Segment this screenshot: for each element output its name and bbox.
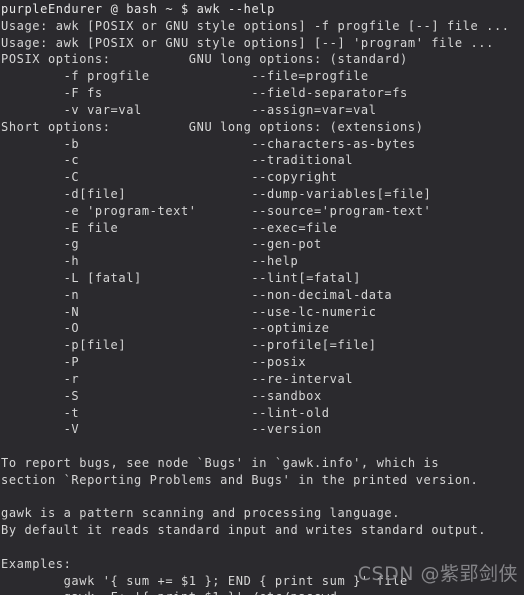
terminal-output-line: -t --lint-old bbox=[1, 405, 330, 420]
terminal-output-line: gawk '{ sum += $1 }; END { print sum }' … bbox=[1, 573, 408, 588]
terminal-output-line: -V --version bbox=[1, 422, 322, 437]
terminal-output-line: -p[file] --profile[=file] bbox=[1, 338, 377, 353]
terminal-output-line: -n --non-decimal-data bbox=[1, 287, 393, 302]
terminal-output-line: Usage: awk [POSIX or GNU style options] … bbox=[1, 35, 494, 50]
prompt-user: purpleEndurer bbox=[1, 2, 103, 16]
terminal-output-line: gawk -F: '{ print $1 }' /etc/passwd bbox=[1, 589, 524, 595]
terminal-output-line: -c --traditional bbox=[1, 153, 354, 168]
prompt-line-top: purpleEndurer @ bash ~ $ awk --help bbox=[1, 1, 524, 18]
prompt-command: awk --help bbox=[196, 2, 275, 16]
terminal-output-line: section `Reporting Problems and Bugs' in… bbox=[1, 472, 479, 487]
terminal-output-line: -L [fatal] --lint[=fatal] bbox=[1, 271, 361, 285]
terminal-output-line: -v var=val --assign=var=val bbox=[1, 102, 377, 117]
terminal-window[interactable]: purpleEndurer @ bash ~ $ awk --help Usag… bbox=[0, 0, 524, 595]
terminal-output-line: To report bugs, see node `Bugs' in `gawk… bbox=[1, 455, 440, 470]
terminal-output: Usage: awk [POSIX or GNU style options] … bbox=[1, 18, 524, 595]
prompt-space-4 bbox=[189, 2, 197, 16]
terminal-output-line: Examples: bbox=[1, 556, 72, 571]
prompt-host: bash bbox=[126, 2, 158, 16]
terminal-output-line: Usage: awk [POSIX or GNU style options] … bbox=[1, 18, 510, 33]
terminal-output-line: -E file --exec=file bbox=[1, 220, 338, 235]
terminal-output-line: -N --use-lc-numeric bbox=[1, 304, 377, 319]
terminal-output-line: -f progfile --file=progfile bbox=[1, 69, 369, 84]
prompt-path: ~ bbox=[165, 2, 174, 16]
prompt-sigil: $ bbox=[181, 2, 189, 16]
terminal-output-line: gawk is a pattern scanning and processin… bbox=[1, 506, 401, 521]
terminal-output-line: Short options: GNU long options: (extens… bbox=[1, 119, 424, 134]
terminal-output-line: POSIX options: GNU long options: (standa… bbox=[1, 52, 408, 67]
terminal-output-line: -S --sandbox bbox=[1, 388, 322, 403]
prompt-space-3 bbox=[173, 2, 181, 16]
terminal-output-line: -F fs --field-separator=fs bbox=[1, 86, 408, 101]
terminal-output-line: -r --re-interval bbox=[1, 371, 354, 386]
terminal-output-line: -P --posix bbox=[1, 355, 307, 370]
terminal-output-line: -h --help bbox=[1, 254, 299, 269]
terminal-output-line: -C --copyright bbox=[1, 170, 338, 185]
terminal-output-line: By default it reads standard input and w… bbox=[1, 523, 487, 538]
terminal-output-line: -g --gen-pot bbox=[1, 237, 322, 252]
terminal-output-line: -d[file] --dump-variables[=file] bbox=[1, 186, 432, 201]
terminal-output-line: -b --characters-as-bytes bbox=[1, 136, 416, 151]
terminal-output-line: -e 'program-text' --source='program-text… bbox=[1, 203, 432, 218]
terminal-output-line: -O --optimize bbox=[1, 321, 330, 336]
prompt-at-separator bbox=[103, 2, 111, 16]
